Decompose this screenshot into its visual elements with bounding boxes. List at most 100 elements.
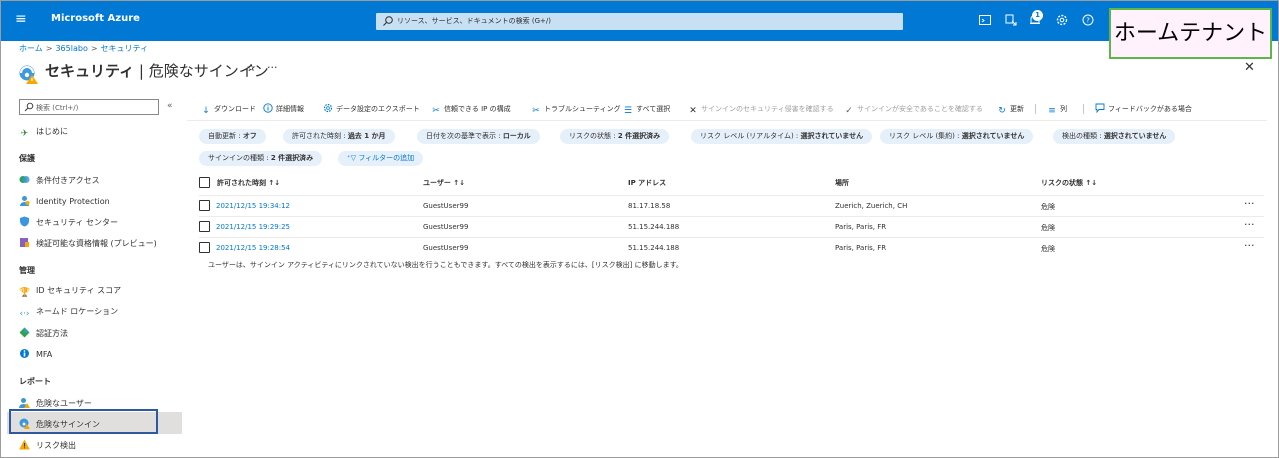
sidebar-item-risky-users[interactable]: 危険なユーザー	[19, 397, 92, 409]
sidebar-item-intro[interactable]: ✈ はじめに	[19, 126, 68, 139]
trusted-ip-button[interactable]: ✂ 信頼できる IP の構成	[431, 102, 510, 116]
row-checkbox[interactable]	[199, 221, 210, 232]
filter-allowed-time[interactable]: 許可された時刻 : 過去 1 か月	[283, 129, 395, 144]
table-row[interactable]: 2021/12/15 19:34:12 GuestUser99 81.17.18…	[199, 195, 1264, 215]
sidebar-item-named-locations[interactable]: ‹·› ネームド ロケーション	[19, 306, 118, 319]
confirm-safe-button[interactable]: ✓ サインインが安全であることを確認する	[844, 102, 983, 116]
filter-auto-refresh[interactable]: 自動更新 : オフ	[199, 129, 266, 144]
cell-risk-state: 危険	[1041, 203, 1055, 211]
cell-user: GuestUser99	[423, 202, 469, 210]
select-all-button[interactable]: ☰ すべて選択	[623, 102, 670, 116]
filter-risk-level-aggregate[interactable]: リスク レベル (集約) : 選択されていません	[880, 129, 1034, 144]
confirm-compromised-button[interactable]: ✕ サインインのセキュリティ侵害を確認する	[688, 102, 833, 116]
risky-signin-page-icon	[19, 65, 38, 84]
column-header-user[interactable]: ユーザー ↑↓	[423, 178, 465, 188]
column-header-location: 場所	[835, 179, 849, 187]
close-icon[interactable]: ✕	[1244, 60, 1255, 75]
cloud-shell-icon[interactable]	[978, 13, 992, 27]
collapse-sidebar-button[interactable]: «	[167, 101, 173, 111]
filter-date-display[interactable]: 日付を次の基準で表示 : ローカル	[417, 129, 540, 144]
filter-detection-type[interactable]: 検出の種類 : 選択されていません	[1053, 129, 1176, 144]
table-header: 許可された時刻 ↑↓ ユーザー ↑↓ IP アドレス 場所 リスクの状態 ↑↓	[199, 175, 1264, 191]
title-more-icon[interactable]: ···	[267, 61, 278, 74]
cell-user: GuestUser99	[423, 244, 469, 252]
troubleshoot-button[interactable]: ✂ トラブルシューティング	[531, 102, 620, 116]
cell-risk-state: 危険	[1041, 224, 1055, 232]
row-more-icon[interactable]: ···	[1244, 239, 1255, 252]
hamburger-menu-icon[interactable]: ≡	[15, 11, 31, 27]
breadcrumb-security[interactable]: セキュリティ	[101, 44, 149, 53]
select-all-checkbox[interactable]	[199, 177, 210, 188]
tools-icon: ✂	[432, 106, 440, 116]
rocket-icon: ✈	[20, 129, 29, 139]
warning-icon	[19, 439, 30, 450]
column-header-risk-state[interactable]: リスクの状態 ↑↓	[1041, 178, 1097, 188]
risky-user-icon	[19, 397, 30, 408]
azure-portal-window: ≡ Microsoft Azure リソース、サービス、ドキュメントの検索 (G…	[0, 0, 1279, 458]
sidebar-section-protect: 保護	[19, 154, 35, 163]
home-tenant-callout: ホームテナント	[1109, 8, 1272, 59]
search-icon	[383, 16, 393, 26]
filter-risk-state[interactable]: リスクの状態 : 2 件選択済み	[560, 129, 670, 144]
filter-risk-level-realtime[interactable]: リスク レベル (リアルタイム) : 選択されていません	[691, 129, 873, 144]
sidebar-item-risk-detections[interactable]: リスク検出	[19, 439, 76, 451]
sidebar-item-identity-protection[interactable]: Identity Protection	[19, 195, 110, 207]
sidebar-item-conditional-access[interactable]: 条件付きアクセス	[19, 174, 100, 186]
details-button[interactable]: 詳細情報	[263, 102, 304, 116]
download-button[interactable]: ↓ ダウンロード	[201, 102, 256, 116]
refresh-button[interactable]: ↻ 更新	[997, 102, 1024, 116]
directory-filter-icon[interactable]	[1004, 13, 1018, 27]
code-brackets-icon: ‹·›	[19, 309, 30, 319]
breadcrumb-tenant[interactable]: 365labo	[55, 44, 87, 53]
download-icon: ↓	[202, 106, 210, 116]
add-filter-button[interactable]: ⁺▽ フィルターの追加	[338, 151, 424, 166]
sidebar-item-security-center[interactable]: セキュリティ センター	[19, 216, 118, 228]
row-checkbox[interactable]	[199, 200, 210, 211]
row-more-icon[interactable]: ···	[1244, 218, 1255, 231]
shield-icon	[19, 216, 30, 227]
cell-user: GuestUser99	[423, 223, 469, 231]
filter-signin-type[interactable]: サインインの種類 : 2 件選択済み	[199, 151, 323, 166]
svg-text:?: ?	[1086, 17, 1090, 25]
cell-location: Zuerich, Zuerich, CH	[835, 202, 908, 210]
sidebar-search-placeholder: 検索 (Ctrl+/)	[36, 104, 79, 112]
cell-time[interactable]: 2021/12/15 19:28:54	[216, 244, 290, 252]
cell-time[interactable]: 2021/12/15 19:34:12	[216, 202, 290, 210]
brand-label[interactable]: Microsoft Azure	[51, 13, 140, 24]
pin-icon[interactable]: ✰	[247, 63, 255, 74]
table-row[interactable]: 2021/12/15 19:28:54 GuestUser99 51.15.24…	[199, 237, 1264, 257]
risk-detection-footnote: ユーザーは、サインイン アクティビティにリンクされていない検出を行うこともできま…	[208, 261, 683, 269]
page-title: セキュリティ | 危険なサインイン	[45, 62, 269, 80]
checkmark-icon: ✓	[845, 106, 853, 116]
global-search-input[interactable]: リソース、サービス、ドキュメントの検索 (G+/)	[376, 13, 903, 30]
info-icon	[263, 103, 273, 113]
diamond-icon	[19, 327, 30, 338]
feedback-button[interactable]: フィードバックがある場合	[1095, 102, 1192, 116]
toolbar-divider-line	[187, 120, 1267, 121]
sidebar-section-manage: 管理	[19, 266, 35, 275]
sidebar-item-id-secure-score[interactable]: 🏆 ID セキュリティ スコア	[19, 285, 121, 298]
cell-ip: 81.17.18.58	[628, 202, 671, 210]
credential-icon	[19, 237, 30, 248]
sidebar-item-verifiable-credentials[interactable]: 検証可能な資格情報 (プレビュー)	[19, 237, 157, 249]
column-header-time[interactable]: 許可された時刻 ↑↓	[217, 178, 280, 188]
trophy-icon: 🏆	[19, 288, 31, 298]
row-more-icon[interactable]: ···	[1244, 197, 1255, 210]
sidebar-item-mfa[interactable]: MFA	[19, 348, 52, 360]
top-bar: ≡ Microsoft Azure リソース、サービス、ドキュメントの検索 (G…	[1, 1, 1278, 41]
table-row[interactable]: 2021/12/15 19:29:25 GuestUser99 51.15.24…	[199, 216, 1264, 236]
cell-location: Paris, Paris, FR	[835, 244, 887, 252]
feedback-icon	[1095, 103, 1105, 114]
gear-icon[interactable]	[1055, 13, 1069, 27]
search-icon	[24, 102, 34, 112]
cell-time[interactable]: 2021/12/15 19:29:25	[216, 223, 290, 231]
help-icon[interactable]: ?	[1081, 13, 1095, 27]
sidebar-item-auth-methods[interactable]: 認証方法	[19, 327, 68, 339]
export-settings-button[interactable]: データ設定のエクスポート	[323, 102, 420, 116]
row-checkbox[interactable]	[199, 242, 210, 253]
sidebar-section-report: レポート	[19, 377, 51, 386]
add-filter-icon: ⁺▽	[347, 154, 359, 162]
sidebar-search-input[interactable]: 検索 (Ctrl+/)	[19, 99, 159, 115]
breadcrumb-home[interactable]: ホーム	[19, 44, 43, 53]
columns-button[interactable]: ≡ 列	[1047, 102, 1067, 116]
